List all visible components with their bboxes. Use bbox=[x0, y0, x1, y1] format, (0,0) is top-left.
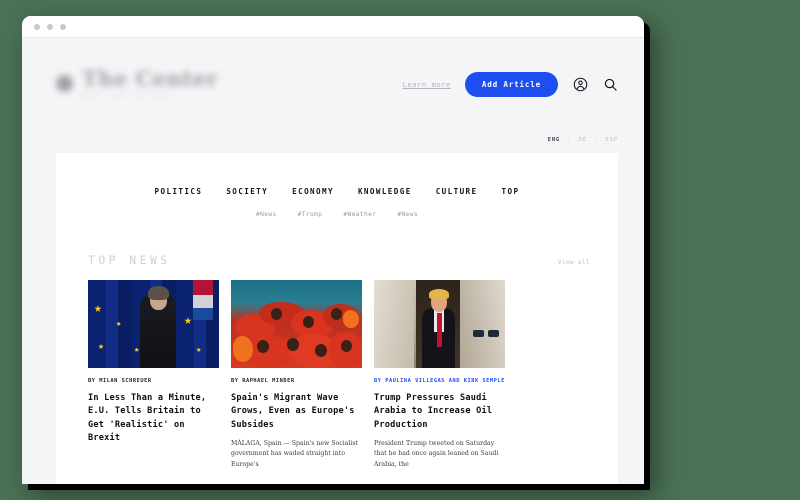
article-thumbnail[interactable] bbox=[231, 280, 362, 368]
article-excerpt: President Trump tweeted on Saturday that… bbox=[374, 439, 499, 469]
tag-weather[interactable]: #Weather bbox=[343, 211, 376, 218]
window-maximize-dot[interactable] bbox=[60, 23, 66, 30]
user-circle-icon[interactable] bbox=[572, 76, 588, 92]
language-separator: | bbox=[567, 137, 572, 143]
language-separator: | bbox=[594, 137, 599, 143]
site-logo[interactable]: The Center NEWS THAT MATTERS bbox=[56, 68, 218, 99]
window-close-dot[interactable] bbox=[34, 23, 40, 30]
article-byline: BY PAULINA VILLEGAS AND KIRK SEMPLE bbox=[374, 378, 505, 384]
page-viewport: The Center NEWS THAT MATTERS Learn more … bbox=[22, 38, 644, 484]
language-option-esp[interactable]: ESP bbox=[605, 137, 618, 143]
logo-mark-icon bbox=[56, 75, 73, 93]
content-card: POLITICS SOCIETY ECONOMY KNOWLEDGE CULTU… bbox=[56, 153, 618, 484]
language-option-de[interactable]: DE bbox=[579, 137, 587, 143]
article-grid: ★ ★ ★ ★ ★ ★ BY MILAN SCHREUER In Less Th… bbox=[88, 280, 590, 471]
window-minimize-dot[interactable] bbox=[47, 23, 53, 30]
article-byline: BY MILAN SCHREUER bbox=[88, 378, 152, 384]
nav-item-society[interactable]: SOCIETY bbox=[226, 187, 268, 196]
search-icon[interactable] bbox=[602, 76, 618, 92]
language-option-eng[interactable]: ENG bbox=[548, 137, 561, 143]
tag-list: #News #Trump #Weather #News bbox=[56, 211, 618, 218]
article-excerpt: MÁLAGA, Spain — Spain's new Socialist go… bbox=[231, 439, 359, 469]
nav-item-economy[interactable]: ECONOMY bbox=[292, 187, 334, 196]
site-header: The Center NEWS THAT MATTERS Learn more … bbox=[22, 38, 644, 153]
nav-item-top[interactable]: TOP bbox=[502, 187, 520, 196]
article-card[interactable]: BY PAULINA VILLEGAS AND KIRK SEMPLE Trum… bbox=[374, 280, 505, 471]
desktop-background: The Center NEWS THAT MATTERS Learn more … bbox=[0, 0, 800, 500]
article-card[interactable]: BY RAPHAEL MINDER Spain's Migrant Wave G… bbox=[231, 280, 362, 471]
section-title: TOP NEWS bbox=[88, 253, 171, 267]
article-headline[interactable]: In Less Than a Minute, E.U. Tells Britai… bbox=[88, 392, 219, 445]
article-thumbnail[interactable] bbox=[374, 280, 505, 368]
article-headline[interactable]: Spain's Migrant Wave Grows, Even as Euro… bbox=[231, 392, 362, 432]
header-actions: Learn more Add Article bbox=[403, 71, 618, 97]
nav-item-knowledge[interactable]: KNOWLEDGE bbox=[358, 187, 412, 196]
brand-tagline: NEWS THAT MATTERS bbox=[82, 93, 173, 100]
logo-text: The Center NEWS THAT MATTERS bbox=[82, 68, 218, 99]
browser-window: The Center NEWS THAT MATTERS Learn more … bbox=[22, 16, 644, 484]
tag-news[interactable]: #News bbox=[256, 211, 277, 218]
article-card[interactable]: ★ ★ ★ ★ ★ ★ BY MILAN SCHREUER In Less Th… bbox=[88, 280, 219, 471]
section-header: TOP NEWS View all bbox=[88, 253, 590, 267]
tag-news-2[interactable]: #News bbox=[397, 211, 418, 218]
language-switcher[interactable]: ENG | DE | ESP bbox=[548, 137, 618, 143]
add-article-button[interactable]: Add Article bbox=[464, 71, 558, 97]
header-row: The Center NEWS THAT MATTERS Learn more … bbox=[56, 38, 618, 130]
article-thumbnail[interactable]: ★ ★ ★ ★ ★ ★ bbox=[88, 280, 219, 368]
nav-item-politics[interactable]: POLITICS bbox=[155, 187, 203, 196]
brand-name: The Center bbox=[82, 66, 219, 92]
nav-item-culture[interactable]: CULTURE bbox=[436, 187, 478, 196]
learn-more-link[interactable]: Learn more bbox=[403, 80, 451, 89]
article-byline: BY RAPHAEL MINDER bbox=[231, 378, 295, 384]
browser-titlebar bbox=[22, 16, 644, 38]
main-navigation: POLITICS SOCIETY ECONOMY KNOWLEDGE CULTU… bbox=[56, 187, 618, 196]
article-headline[interactable]: Trump Pressures Saudi Arabia to Increase… bbox=[374, 392, 505, 432]
view-all-link[interactable]: View all bbox=[558, 259, 590, 266]
tag-trump[interactable]: #Trump bbox=[298, 211, 323, 218]
